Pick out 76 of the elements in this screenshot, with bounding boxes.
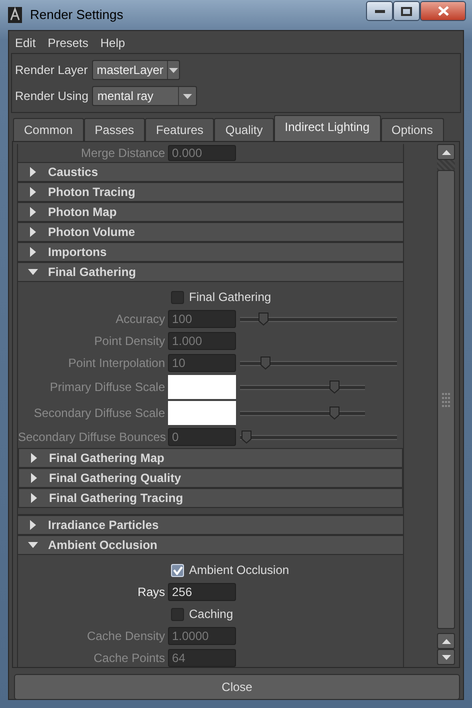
menu-item[interactable]: Edit xyxy=(9,32,42,52)
tab[interactable]: Quality xyxy=(214,118,274,141)
field-label: Render Layer xyxy=(15,62,88,79)
maximize-icon xyxy=(401,6,412,16)
section-title: Photon Volume xyxy=(48,224,136,241)
tab[interactable]: Passes xyxy=(84,118,146,141)
scroll-up-button[interactable] xyxy=(437,144,455,160)
section-title: Irradiance Particles xyxy=(48,517,159,534)
tab[interactable]: Common xyxy=(13,118,84,141)
menu-item[interactable]: Help xyxy=(94,32,132,52)
section-header[interactable]: Final Gathering Map xyxy=(18,448,403,468)
checkbox-label: Caching xyxy=(189,606,234,623)
close-dialog-button[interactable]: Close xyxy=(14,674,460,700)
section-header[interactable]: Caustics xyxy=(17,162,404,182)
checkbox[interactable] xyxy=(171,608,184,620)
dropdown[interactable]: masterLayer xyxy=(92,60,180,80)
checkbox[interactable] xyxy=(171,290,184,304)
field-label: Accuracy xyxy=(114,311,166,328)
caret-icon xyxy=(169,68,178,72)
minimize-icon xyxy=(374,9,384,13)
section-title: Photon Map xyxy=(48,204,117,221)
section-title: Final Gathering Tracing xyxy=(49,490,184,507)
color-swatch[interactable] xyxy=(168,375,236,399)
section-header[interactable]: Final Gathering xyxy=(17,262,404,282)
section-header[interactable]: Photon Map xyxy=(17,202,404,222)
section-title: Caustics xyxy=(48,164,98,181)
section-header[interactable]: Final Gathering Quality xyxy=(18,468,403,488)
field-label: Primary Diffuse Scale xyxy=(48,379,166,396)
scroll-up-button[interactable] xyxy=(437,633,455,649)
input-field[interactable]: 0.000 xyxy=(168,145,236,161)
color-swatch[interactable] xyxy=(168,401,236,425)
field-label: Cache Density xyxy=(86,628,166,645)
field-label: Render Using xyxy=(15,88,88,105)
section-header[interactable]: Photon Volume xyxy=(17,222,404,242)
tab[interactable]: Features xyxy=(145,118,214,141)
minimize-button[interactable] xyxy=(366,1,393,21)
checkbox-label: Final Gathering xyxy=(189,289,272,306)
close-icon xyxy=(438,6,448,16)
window-title: Render Settings xyxy=(30,6,124,24)
tab[interactable]: Options xyxy=(380,118,444,141)
field-label: Secondary Diffuse Bounces xyxy=(18,429,167,446)
field-label: Merge Distance xyxy=(80,145,166,162)
section-header[interactable]: Ambient Occlusion xyxy=(17,535,404,555)
section-header[interactable]: Importons xyxy=(17,242,404,262)
field-label: Cache Points xyxy=(92,650,166,667)
section-title: Final Gathering Quality xyxy=(49,470,182,487)
scroll-track[interactable] xyxy=(437,160,455,170)
expanded-icon xyxy=(28,269,38,275)
field-label: Secondary Diffuse Scale xyxy=(32,405,166,422)
section-title: Photon Tracing xyxy=(48,184,136,201)
caret-icon xyxy=(183,94,192,98)
field-label: Point Interpolation xyxy=(67,355,166,372)
maximize-button[interactable] xyxy=(393,1,420,21)
tab[interactable]: Indirect Lighting xyxy=(274,115,380,141)
input-field[interactable]: 256 xyxy=(168,583,236,601)
menu-item[interactable]: Presets xyxy=(42,32,94,52)
grip-icon xyxy=(442,392,450,406)
app-icon xyxy=(8,7,22,23)
checkbox-label: Ambient Occlusion xyxy=(189,562,290,579)
collapsed-icon xyxy=(30,520,36,530)
section-title: Ambient Occlusion xyxy=(48,537,158,554)
section-header[interactable]: Irradiance Particles xyxy=(17,515,404,535)
field-label: Point Density xyxy=(93,333,166,350)
section-header[interactable]: Photon Tracing xyxy=(17,182,404,202)
up-arrow-icon xyxy=(442,638,450,644)
field-label: Rays xyxy=(136,584,166,601)
dropdown[interactable]: mental ray xyxy=(92,86,198,106)
section-title: Final Gathering Map xyxy=(49,450,164,467)
section-header[interactable]: Final Gathering Tracing xyxy=(18,488,403,508)
section-title: Final Gathering xyxy=(48,264,136,281)
expanded-icon xyxy=(28,542,38,548)
scroll-down-button[interactable] xyxy=(437,649,455,665)
close-button[interactable] xyxy=(420,1,466,21)
up-arrow-icon xyxy=(442,150,450,154)
down-arrow-icon xyxy=(442,654,450,660)
section-title: Importons xyxy=(48,244,107,261)
